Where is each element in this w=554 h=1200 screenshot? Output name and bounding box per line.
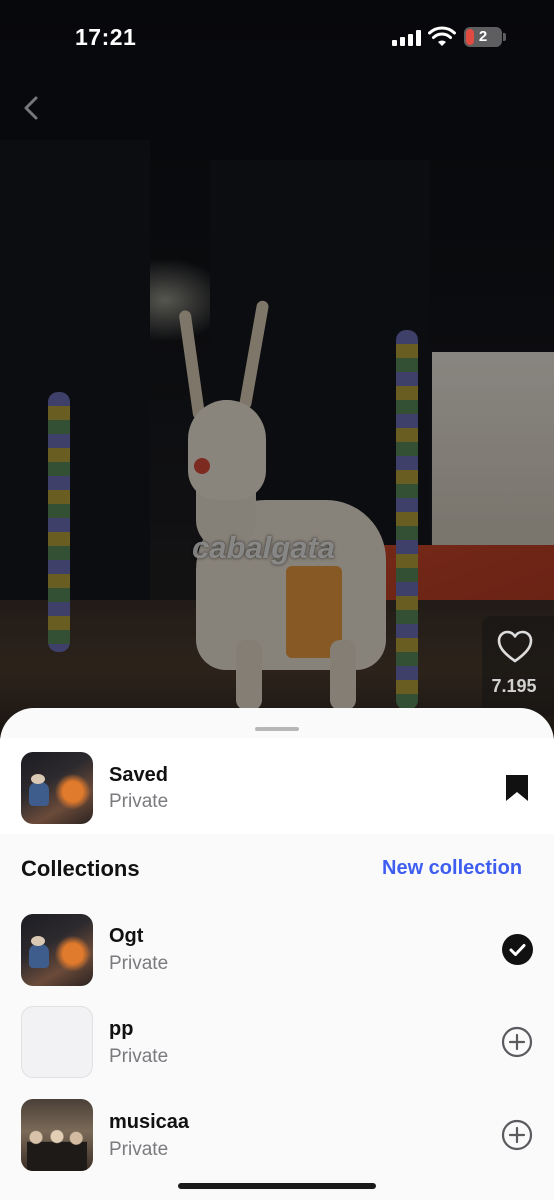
battery-nub: [503, 33, 506, 41]
dim-overlay: [0, 0, 554, 760]
battery-icon: 2: [464, 27, 502, 47]
collection-name: pp: [109, 1018, 134, 1040]
like-count: 7.195: [491, 676, 537, 696]
collections-heading: Collections: [21, 856, 140, 881]
wifi-icon: [428, 26, 456, 46]
collection-privacy: Private: [109, 953, 169, 974]
sheet-grabber[interactable]: [255, 727, 299, 731]
plus-circle-icon[interactable]: [501, 1026, 533, 1058]
collection-name: Ogt: [109, 925, 144, 947]
post-image[interactable]: cabalgata: [0, 0, 554, 760]
status-time: 17:21: [75, 24, 137, 50]
collection-name: musicaa: [109, 1111, 190, 1133]
collection-thumbnail-empty: [21, 1006, 93, 1078]
cellular-signal-icon: [392, 30, 422, 46]
saved-privacy: Private: [109, 791, 169, 812]
new-collection-button[interactable]: New collection: [382, 857, 522, 880]
saved-title: Saved: [109, 764, 168, 786]
collection-privacy: Private: [109, 1139, 169, 1160]
plus-circle-icon[interactable]: [501, 1119, 533, 1151]
checkmark-circle-icon[interactable]: [502, 934, 533, 965]
heart-icon[interactable]: [497, 630, 533, 664]
home-indicator[interactable]: [178, 1183, 376, 1189]
battery-level: 2: [478, 28, 488, 45]
screen: cabalgata 17:21 2 7.195 Saved Private Co…: [0, 0, 554, 1200]
status-bar: 17:21 2: [0, 0, 554, 76]
saved-row[interactable]: Saved Private: [0, 738, 554, 834]
collection-thumbnail: [21, 1099, 93, 1171]
save-to-collection-sheet: Saved Private Collections New collection…: [0, 708, 554, 1200]
saved-thumbnail: [21, 752, 93, 824]
collection-privacy: Private: [109, 1046, 169, 1067]
collection-thumbnail: [21, 914, 93, 986]
chevron-left-icon[interactable]: [18, 90, 46, 126]
bookmark-icon[interactable]: [504, 774, 530, 802]
